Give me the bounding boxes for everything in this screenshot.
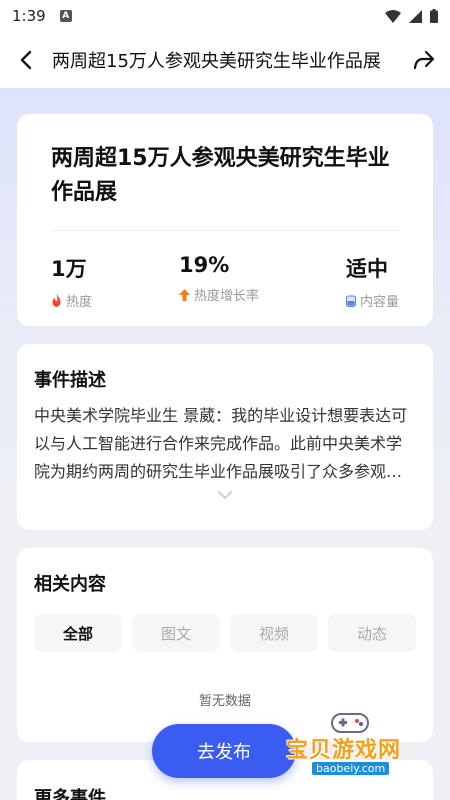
more-events-title: 更多事件 — [34, 788, 106, 800]
page-content: 两周超15万人参观央美研究生毕业作品展 1万 热度 19% 热度增长率 适中 内… — [0, 88, 450, 800]
expand-button[interactable] — [34, 490, 416, 500]
share-button[interactable] — [412, 48, 436, 72]
stat-volume-value: 适中 — [345, 257, 388, 281]
battery-icon — [345, 295, 356, 307]
status-icons — [385, 9, 438, 23]
tab-all[interactable]: 全部 — [34, 614, 122, 652]
tab-articles[interactable]: 图文 — [132, 614, 220, 652]
back-arrow-icon — [20, 50, 32, 70]
tab-posts[interactable]: 动态 — [328, 614, 416, 652]
stat-volume-label: 内容量 — [359, 295, 399, 310]
divider — [51, 230, 399, 231]
description-card: 事件描述 中央美术学院毕业生 景葳：我的毕业设计想要表达可以与人工智能进行合作来… — [17, 344, 433, 530]
wifi-icon — [385, 9, 401, 23]
stat-heat-value: 1万 — [51, 257, 87, 281]
description-text: 中央美术学院毕业生 景葳：我的毕业设计想要表达可以与人工智能进行合作来完成作品。… — [34, 406, 408, 481]
publish-button[interactable]: 去发布 — [152, 724, 296, 778]
tab-videos[interactable]: 视频 — [230, 614, 318, 652]
stat-growth: 19% 热度增长率 — [178, 253, 259, 310]
watermark-text: 宝贝游戏网 — [286, 738, 402, 763]
notification-a-icon: A — [59, 10, 72, 22]
arrow-up-icon — [178, 288, 190, 301]
battery-status-icon — [430, 9, 438, 23]
stat-heat-label: 热度 — [66, 295, 93, 310]
description-title: 事件描述 — [34, 370, 106, 391]
signal-icon — [409, 9, 422, 23]
event-title: 两周超15万人参观央美研究生毕业作品展 — [51, 146, 390, 205]
watermark-logo: 宝贝游戏网 baobeiy.com — [286, 708, 416, 780]
top-app-bar: 两周超15万人参观央美研究生毕业作品展 — [0, 32, 450, 88]
empty-state-text: 暂无数据 — [198, 694, 251, 709]
flame-icon — [52, 294, 61, 307]
watermark-url: baobeiy.com — [312, 762, 390, 775]
event-summary-card: 两周超15万人参观央美研究生毕业作品展 1万 热度 19% 热度增长率 适中 内… — [17, 114, 433, 326]
header-title: 两周超15万人参观央美研究生毕业作品展 — [52, 51, 381, 72]
chevron-down-icon — [218, 491, 232, 500]
share-icon — [413, 50, 435, 70]
stat-growth-label: 热度增长率 — [193, 289, 259, 304]
related-title: 相关内容 — [34, 574, 106, 595]
status-bar: 1:39 A — [0, 0, 450, 32]
gamepad-icon — [331, 713, 369, 733]
back-button[interactable] — [14, 48, 38, 72]
event-stats: 1万 热度 19% 热度增长率 适中 内容量 — [51, 253, 399, 310]
status-time: 1:39 — [12, 7, 46, 25]
stat-volume: 适中 内容量 — [345, 253, 399, 310]
related-tabs: 全部 图文 视频 动态 — [34, 614, 416, 652]
stat-heat: 1万 热度 — [51, 253, 92, 310]
stat-growth-value: 19% — [178, 253, 230, 277]
